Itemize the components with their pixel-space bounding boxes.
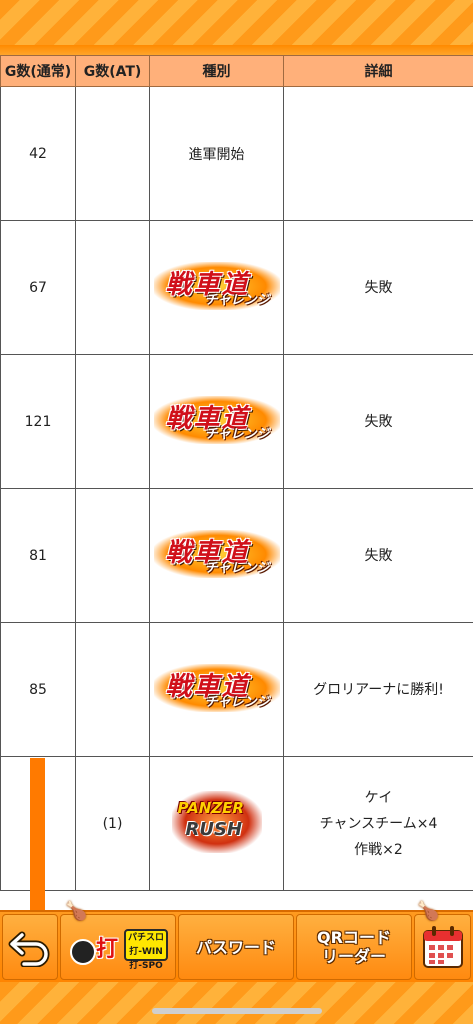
logo-sub-text: チャレンジ	[204, 694, 270, 710]
header-at-games: G数(AT)	[75, 55, 150, 87]
at-games-cell: (1)	[75, 756, 150, 891]
table-header-row: G数(通常) G数(AT) 種別 詳細	[0, 55, 473, 87]
senshado-challenge-logo: 戦車道 チャレンジ	[153, 663, 280, 712]
type-cell: 進軍開始	[149, 86, 284, 221]
brand-logo-sub: パチスロ 打-WIN 打-SPO	[124, 929, 168, 971]
calendar-button[interactable]: 🍗	[414, 901, 471, 980]
table-row: 42 進軍開始	[0, 86, 473, 221]
type-cell: 戦車道 チャレンジ	[149, 354, 284, 489]
details-cell: 失敗	[283, 354, 473, 489]
at-games-cell	[75, 220, 150, 355]
qr-reader-label: QRコード リーダー	[317, 928, 391, 966]
header-normal-games: G数(通常)	[0, 55, 76, 87]
table-row: 67 戦車道 チャレンジ 失敗	[0, 220, 473, 355]
header-details: 詳細	[283, 55, 473, 87]
calendar-icon	[422, 926, 463, 968]
bottom-nav: 🍗 打 パチスロ 打-WIN 打-SPO パスワード QRコード リーダー 🍗	[0, 901, 473, 984]
at-games-cell	[75, 622, 150, 757]
at-games-cell	[75, 86, 150, 221]
details-line: ケイ	[364, 789, 393, 806]
header-type: 種別	[149, 55, 284, 87]
details-cell: グロリアーナに勝利!	[283, 622, 473, 757]
scroll-indicator[interactable]	[30, 758, 45, 913]
logo-sub-text: チャレンジ	[204, 292, 270, 308]
details-cell: 失敗	[283, 488, 473, 623]
table-row: 85 戦車道 チャレンジ グロリアーナに勝利!	[0, 622, 473, 757]
details-line: 失敗	[364, 413, 393, 430]
back-arrow-icon	[8, 931, 50, 967]
details-cell	[283, 86, 473, 221]
panzer-rush-logo: PANZER RUSH	[171, 790, 262, 853]
type-cell: PANZER RUSH	[149, 756, 284, 891]
brand-logo-text: 打	[96, 937, 119, 962]
details-line: 失敗	[364, 279, 393, 296]
password-label: パスワード	[195, 937, 276, 957]
logo-sub-text: RUSH	[185, 818, 243, 840]
normal-games-cell: 81	[0, 488, 76, 623]
logo-sub-text: チャレンジ	[204, 426, 270, 442]
type-cell: 戦車道 チャレンジ	[149, 220, 284, 355]
normal-games-cell: 121	[0, 354, 76, 489]
at-games-cell	[75, 488, 150, 623]
chicken-leg-icon: 🍗	[417, 901, 440, 922]
history-table: G数(通常) G数(AT) 種別 詳細 42 進軍開始 67 戦車道 チャレンジ 失敗 12…	[0, 55, 473, 891]
table-row: 81 戦車道 チャレンジ 失敗	[0, 488, 473, 623]
at-games-cell	[75, 354, 150, 489]
normal-games-cell: 85	[0, 622, 76, 757]
brand-button[interactable]: 🍗 打 パチスロ 打-WIN 打-SPO	[60, 901, 176, 980]
logo-main-text: PANZER	[177, 798, 244, 817]
senshado-challenge-logo: 戦車道 チャレンジ	[153, 395, 280, 444]
bomb-icon	[70, 939, 96, 965]
type-cell: 戦車道 チャレンジ	[149, 488, 284, 623]
password-button[interactable]: パスワード	[178, 914, 294, 980]
chicken-leg-icon: 🍗	[65, 901, 88, 922]
senshado-challenge-logo: 戦車道 チャレンジ	[153, 261, 280, 310]
back-button[interactable]	[2, 914, 58, 980]
details-cell: ケイチャンスチーム×4 作戦×2	[283, 756, 473, 891]
top-banner	[0, 0, 473, 55]
bottom-banner	[0, 982, 473, 1024]
details-line: グロリアーナに勝利!	[313, 681, 444, 698]
details-line: 失敗	[364, 547, 393, 564]
qr-reader-button[interactable]: QRコード リーダー	[296, 914, 412, 980]
senshado-challenge-logo: 戦車道 チャレンジ	[153, 529, 280, 578]
details-line: 作戦×2	[354, 841, 403, 858]
brand-logo: 打 パチスロ 打-WIN 打-SPO	[66, 927, 170, 971]
table-row: 121 戦車道 チャレンジ 失敗	[0, 354, 473, 489]
details-line: チャンスチーム×4	[319, 815, 438, 832]
logo-sub-text: チャレンジ	[204, 560, 270, 576]
home-indicator[interactable]	[152, 1008, 322, 1014]
type-cell: 戦車道 チャレンジ	[149, 622, 284, 757]
table-row: (1) PANZER RUSH ケイチャンスチーム×4 作戦×2	[0, 756, 473, 891]
normal-games-cell: 67	[0, 220, 76, 355]
normal-games-cell: 42	[0, 86, 76, 221]
details-cell: 失敗	[283, 220, 473, 355]
